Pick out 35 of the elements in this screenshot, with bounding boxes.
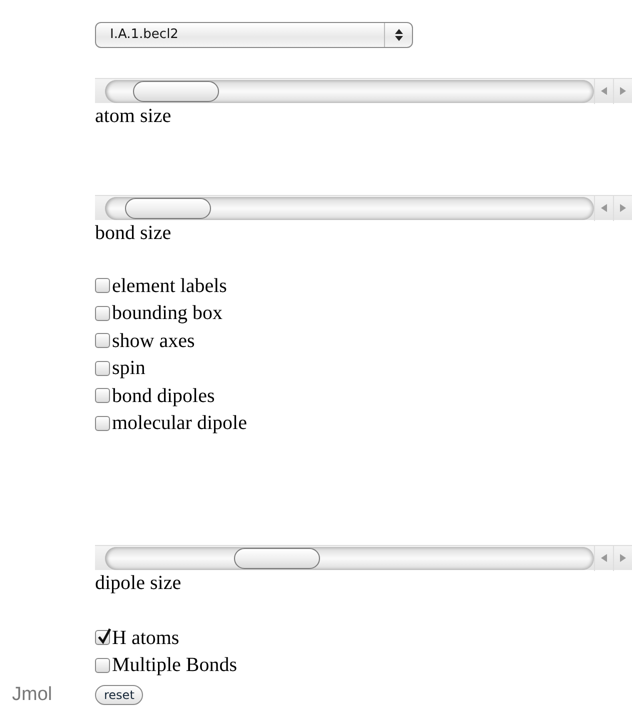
- slider-label: bond size: [95, 222, 172, 244]
- checkbox-label: molecular dipole: [112, 411, 247, 436]
- slider[interactable]: [95, 78, 632, 103]
- right-arrow-icon[interactable]: [620, 204, 626, 212]
- left-arrow-icon[interactable]: [601, 554, 607, 562]
- jmol-logo: Jmol: [12, 683, 54, 707]
- checkbox[interactable]: [95, 630, 110, 646]
- left-arrow-icon[interactable]: [601, 204, 607, 212]
- right-arrow-icon[interactable]: [620, 554, 626, 562]
- checkbox[interactable]: [95, 306, 110, 321]
- checkbox[interactable]: [95, 416, 110, 431]
- checkbox[interactable]: [95, 388, 110, 404]
- slider-thumb[interactable]: [133, 80, 220, 102]
- slider-thumb[interactable]: [125, 198, 212, 218]
- slider-label: atom size: [95, 105, 172, 127]
- checkbox-label: bond dipoles: [112, 384, 215, 409]
- checkbox[interactable]: [95, 360, 110, 376]
- slider[interactable]: [95, 545, 632, 570]
- slider[interactable]: [95, 195, 632, 220]
- checkbox-label: H atoms: [112, 626, 180, 651]
- stepper-icon: [394, 28, 402, 42]
- reset-button[interactable]: reset: [95, 685, 144, 706]
- checkbox-label: bounding box: [112, 301, 223, 326]
- model-select[interactable]: I.A.1.becl2: [95, 22, 413, 48]
- right-arrow-icon[interactable]: [620, 87, 626, 95]
- checkbox-label: spin: [112, 356, 146, 382]
- checkbox[interactable]: [95, 278, 110, 294]
- slider-label: dipole size: [95, 572, 182, 594]
- checkbox-label: element labels: [112, 274, 227, 299]
- left-arrow-icon[interactable]: [601, 87, 607, 95]
- checkbox-label: Multiple Bonds: [112, 653, 238, 678]
- checkbox-label: show axes: [112, 328, 195, 354]
- slider-thumb[interactable]: [234, 548, 320, 568]
- checkbox[interactable]: [95, 658, 110, 673]
- checkbox[interactable]: [95, 333, 110, 348]
